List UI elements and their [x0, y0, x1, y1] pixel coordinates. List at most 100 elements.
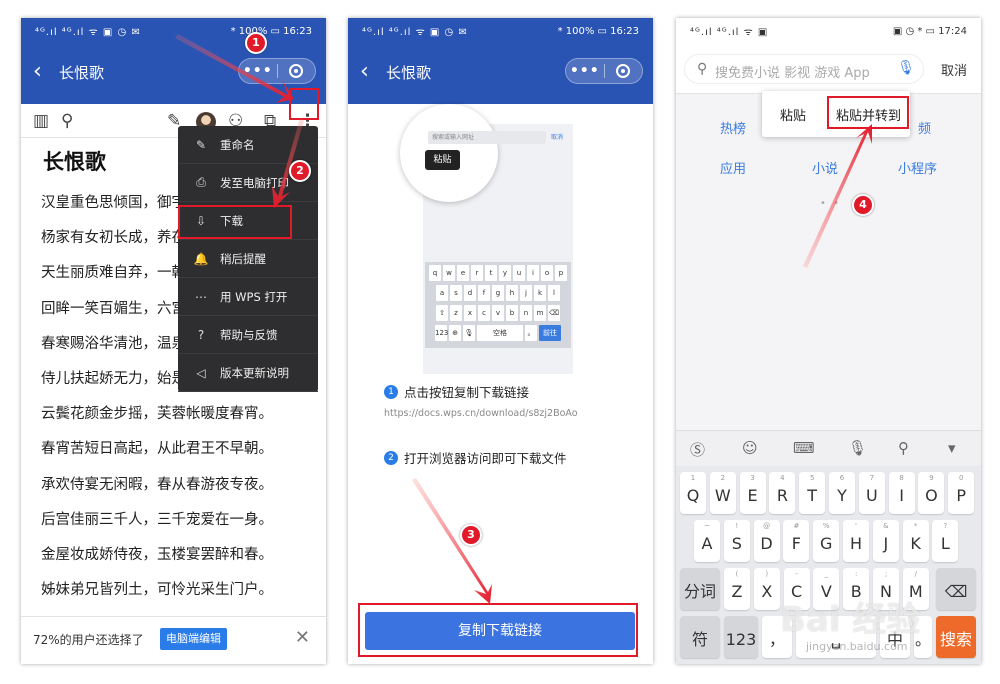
key-x[interactable]: ) X [753, 568, 780, 610]
menu-item[interactable]: ⋯ 用 WPS 打开 [178, 278, 318, 316]
suggestion-text: 72%的用户还选择了 [33, 633, 144, 647]
illustration-key: p [555, 265, 567, 281]
illustration-key: h [506, 285, 518, 301]
symbol-key[interactable]: 符 [680, 616, 720, 658]
menu-item-label: 帮助与反馈 [220, 327, 278, 342]
illustration-cancel: 取消 [551, 134, 564, 141]
cancel-button[interactable]: 取消 [941, 60, 967, 79]
microphone-icon[interactable]: 🎙 [897, 60, 915, 76]
key-r[interactable]: 4R [769, 472, 796, 514]
link-video[interactable]: 频 [918, 118, 931, 137]
close-circle-icon[interactable] [277, 64, 315, 78]
step-number: 1 [384, 384, 398, 399]
key-u[interactable]: 7U [858, 472, 885, 514]
link-apps[interactable]: 应用 [720, 158, 746, 177]
illustration-key: ⊕ [449, 325, 461, 341]
step-2: 2 打开浏览器访问即可下载文件 [384, 448, 567, 467]
microphone-icon[interactable]: 🎙 [848, 439, 867, 457]
emoji-icon[interactable]: ☺ [742, 439, 758, 457]
key-hint: 2 [720, 474, 726, 482]
keyboard-icon[interactable]: ⌨ [793, 439, 815, 457]
key-i[interactable]: 8I [888, 472, 915, 514]
key-j[interactable]: & J [872, 520, 899, 562]
search-icon[interactable]: ⚲ [61, 110, 73, 132]
key-e[interactable]: 3E [739, 472, 766, 514]
key-y[interactable]: 6Y [829, 472, 855, 514]
menu-item[interactable]: ? 帮助与反馈 [178, 316, 318, 354]
step-number: 2 [384, 450, 398, 465]
illustration-key: k [534, 285, 546, 301]
illustration-key: 🎙 [463, 325, 475, 341]
document-title: 长恨歌 [43, 150, 106, 174]
key-s[interactable]: ! S [723, 520, 750, 562]
search-input[interactable]: ⚲ 搜免费小说 影视 游戏 App 🎙 [684, 54, 924, 84]
link-novels[interactable]: 小说 [812, 158, 838, 177]
search-key[interactable]: 搜索 [936, 616, 976, 658]
close-circle-icon[interactable] [604, 64, 642, 78]
key-g[interactable]: % G [813, 520, 840, 562]
close-icon[interactable]: ✕ [295, 627, 310, 648]
key-hint: / [914, 570, 917, 578]
poem-line: 后宫佳丽三千人，三千宠爱在一身。 [41, 511, 273, 528]
pc-edit-button[interactable]: 电脑端编辑 [160, 628, 227, 650]
menu-item[interactable]: ◁ 版本更新说明 [178, 354, 318, 392]
page-dots: • • [820, 198, 841, 209]
illustration-key: c [478, 305, 490, 321]
key-f[interactable]: # F [783, 520, 810, 562]
back-arrow-icon[interactable]: ‹ [360, 60, 369, 84]
key-hint: 8 [899, 474, 904, 482]
key-o[interactable]: 9O [918, 472, 945, 514]
illustration-key: y [499, 265, 511, 281]
key-hint: : [855, 570, 858, 578]
paste-button[interactable]: 粘贴 [780, 105, 806, 124]
illustration-key-row: ⇧ z x c v b n m ⌫ [427, 305, 569, 322]
key-a[interactable]: ~ A [694, 520, 720, 562]
backspace-key[interactable]: ⌫ [936, 568, 976, 610]
key-p[interactable]: 0P [948, 472, 975, 514]
more-dots-icon[interactable]: ••• [239, 63, 277, 79]
more-dots-icon[interactable]: ••• [566, 63, 604, 79]
book-icon[interactable]: ▥ [33, 110, 49, 132]
key-h[interactable]: ' H [843, 520, 869, 562]
key-l[interactable]: ? L [932, 520, 959, 562]
illustration-key: n [520, 305, 532, 321]
key-hint: & [883, 522, 889, 530]
link-mini-programs[interactable]: 小程序 [898, 158, 937, 177]
highlight-copy-button [358, 603, 638, 657]
key-w[interactable]: 2W [709, 472, 736, 514]
baidu-watermark-url: jingyan.baidu.com [806, 640, 908, 653]
key-label: A [701, 534, 713, 553]
key-hint: ! [735, 522, 739, 530]
highlight-paste-go [827, 96, 909, 129]
illustration-key: b [506, 305, 518, 321]
word-split-key[interactable]: 分词 [680, 568, 720, 610]
poem-line: 春宵苦短日高起，从此君王不早朝。 [41, 441, 273, 458]
search-icon[interactable]: ⚲ [898, 439, 909, 457]
phone-screen-download: ⁴ᴳ.ıl ⁴ᴳ.ıl ᯤ ▣ ◷ ✉ * 100% ▭ 16:23 ‹ 长恨歌… [348, 18, 653, 664]
ime-logo-icon[interactable]: Ⓢ [690, 439, 705, 460]
key-q[interactable]: 1Q [680, 472, 706, 514]
key-hint: 9 [929, 474, 934, 482]
collapse-icon[interactable]: ▾ [948, 439, 956, 457]
key-hint: 0 [958, 474, 964, 482]
key-hint: ' [855, 522, 857, 530]
numbers-key[interactable]: 123 [724, 616, 758, 658]
poem-line: 姊妹弟兄皆列土，可怜光采生门户。 [41, 582, 273, 599]
illustration-key: v [492, 305, 504, 321]
link-hot[interactable]: 热榜 [720, 118, 746, 137]
key-d[interactable]: @ D [753, 520, 780, 562]
key-label: Y [837, 486, 847, 505]
title-bar: ‹ 长恨歌 ••• [21, 44, 326, 104]
key-label: H [849, 534, 863, 553]
menu-item[interactable]: ✎ 重命名 [178, 126, 318, 164]
illustration-key-row: qwertyuiop [427, 265, 569, 282]
key-hint: % [822, 522, 830, 530]
back-arrow-icon[interactable]: ‹ [33, 60, 42, 84]
key-t[interactable]: 5T [799, 472, 826, 514]
menu-item[interactable]: 🔔 稍后提醒 [178, 240, 318, 278]
page-title: 长恨歌 [386, 64, 432, 82]
key-k[interactable]: * K [902, 520, 929, 562]
key-label: X [761, 582, 773, 601]
key-z[interactable]: (Z [724, 568, 750, 610]
key-label: Q [686, 486, 700, 505]
